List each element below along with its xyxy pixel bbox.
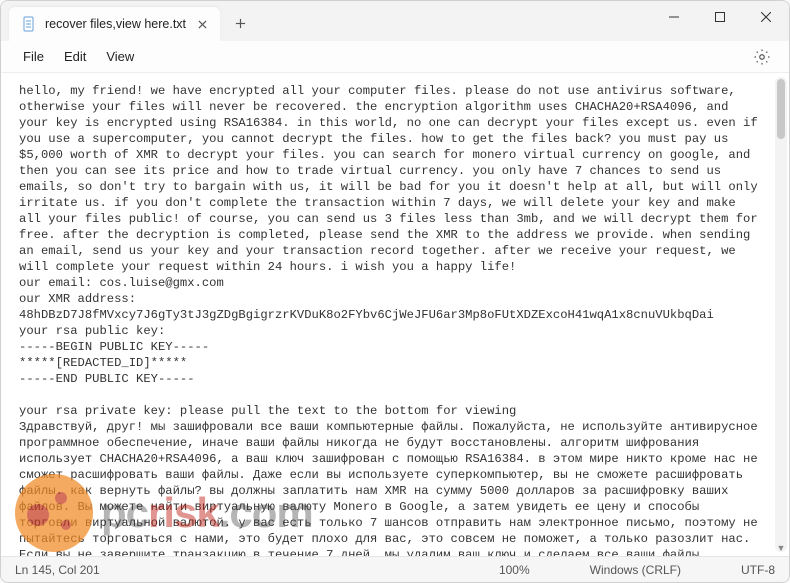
tab-strip: recover files,view here.txt bbox=[1, 1, 651, 41]
scrollbar-thumb[interactable] bbox=[777, 79, 785, 139]
status-zoom[interactable]: 100% bbox=[499, 563, 530, 577]
new-tab-button[interactable] bbox=[224, 7, 256, 39]
status-encoding[interactable]: UTF-8 bbox=[741, 563, 775, 577]
tab-active[interactable]: recover files,view here.txt bbox=[9, 7, 220, 41]
document-icon bbox=[21, 16, 37, 32]
close-window-button[interactable] bbox=[743, 1, 789, 33]
text-content[interactable]: hello, my friend! we have encrypted all … bbox=[1, 73, 773, 556]
scroll-down-icon[interactable]: ▼ bbox=[775, 542, 787, 554]
window-controls bbox=[651, 1, 789, 41]
menubar: File Edit View bbox=[1, 41, 789, 73]
maximize-button[interactable] bbox=[697, 1, 743, 33]
menu-edit[interactable]: Edit bbox=[54, 45, 96, 68]
statusbar: Ln 145, Col 201 100% Windows (CRLF) UTF-… bbox=[1, 556, 789, 582]
status-position[interactable]: Ln 145, Col 201 bbox=[15, 563, 100, 577]
status-eol[interactable]: Windows (CRLF) bbox=[590, 563, 681, 577]
menu-file[interactable]: File bbox=[13, 45, 54, 68]
tab-title: recover files,view here.txt bbox=[45, 17, 186, 31]
editor-area: hello, my friend! we have encrypted all … bbox=[1, 73, 789, 556]
titlebar: recover files,view here.txt bbox=[1, 1, 789, 41]
vertical-scrollbar[interactable]: ▲ ▼ bbox=[775, 77, 787, 552]
minimize-button[interactable] bbox=[651, 1, 697, 33]
settings-button[interactable] bbox=[753, 48, 771, 66]
menu-view[interactable]: View bbox=[96, 45, 144, 68]
tab-close-button[interactable] bbox=[194, 16, 210, 32]
